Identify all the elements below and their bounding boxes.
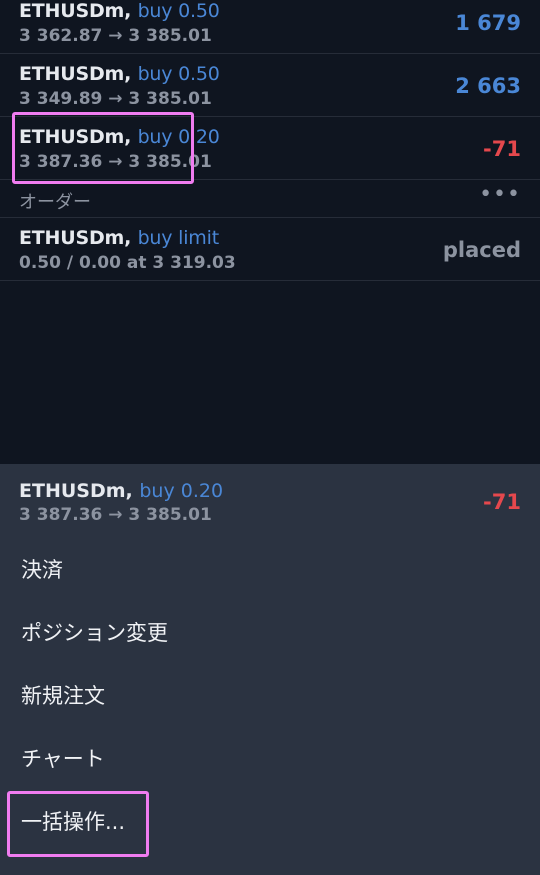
order-side: buy limit — [137, 227, 220, 249]
menu-item-new-order[interactable]: 新規注文 — [0, 665, 540, 728]
position-action-sheet: ETHUSDm, buy 0.20 3 387.36 → 3 385.01 -7… — [0, 464, 540, 875]
sheet-side: buy 0.20 — [139, 480, 224, 502]
position-symbol: ETHUSDm, buy 0.50 — [19, 0, 220, 22]
menu-item-close-position[interactable]: 決済 — [0, 539, 540, 602]
position-side: buy 0.50 — [137, 0, 220, 22]
position-prices: 3 349.89 → 3 385.01 — [19, 89, 212, 109]
position-row[interactable]: ETHUSDm, buy 0.50 3 362.87 → 3 385.01 1 … — [0, 0, 540, 54]
order-row[interactable]: ETHUSDm, buy limit 0.50 / 0.00 at 3 319.… — [0, 218, 540, 281]
orders-section-header: オーダー ••• — [0, 180, 540, 218]
sheet-symbol: ETHUSDm, buy 0.20 — [19, 480, 224, 502]
menu-item-chart[interactable]: チャート — [0, 728, 540, 791]
position-profit: 1 679 — [455, 11, 521, 35]
sheet-header: ETHUSDm, buy 0.20 3 387.36 → 3 385.01 -7… — [0, 464, 540, 529]
orders-section-label: オーダー — [19, 192, 91, 213]
position-side: buy 0.50 — [137, 63, 220, 85]
sheet-prices: 3 387.36 → 3 385.01 — [19, 505, 212, 525]
sheet-profit: -71 — [483, 490, 521, 514]
position-row[interactable]: ETHUSDm, buy 0.50 3 349.89 → 3 385.01 2 … — [0, 54, 540, 117]
position-profit: -71 — [483, 137, 521, 161]
position-profit: 2 663 — [455, 74, 521, 98]
order-status: placed — [442, 238, 521, 262]
selected-position-highlight — [12, 112, 194, 184]
position-prices: 3 362.87 → 3 385.01 — [19, 26, 212, 46]
position-symbol: ETHUSDm, buy 0.50 — [19, 63, 220, 85]
trade-screen: ETHUSDm, buy 0.50 3 362.87 → 3 385.01 1 … — [0, 0, 540, 875]
order-symbol: ETHUSDm, buy limit — [19, 227, 219, 249]
menu-item-modify-position[interactable]: ポジション変更 — [0, 602, 540, 665]
order-detail: 0.50 / 0.00 at 3 319.03 — [19, 253, 236, 273]
more-options-icon[interactable]: ••• — [479, 182, 521, 207]
bulk-operations-highlight — [7, 791, 149, 857]
